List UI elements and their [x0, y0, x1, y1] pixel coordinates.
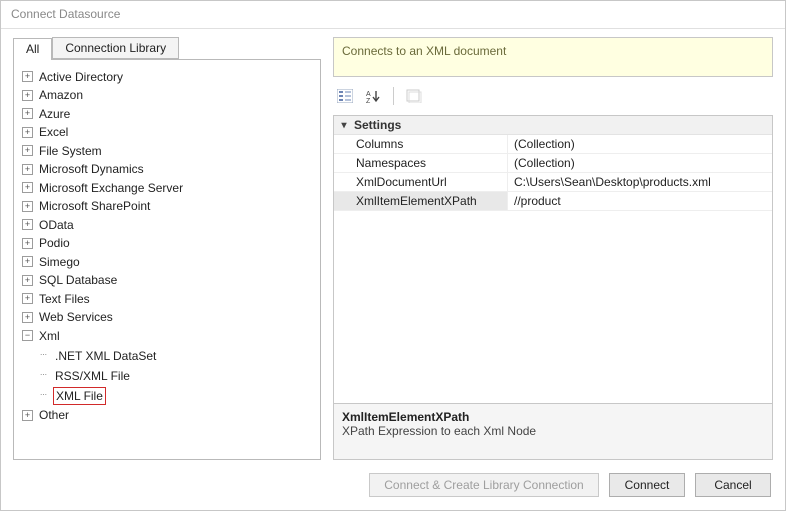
leaf-icon: ⋯	[38, 350, 49, 361]
chevron-down-icon[interactable]: ▾	[338, 120, 350, 131]
tree-item-amazon[interactable]: +Amazon	[22, 87, 85, 103]
svg-text:Z: Z	[366, 98, 371, 103]
leaf-icon: ⋯	[38, 390, 49, 401]
tree-item-azure[interactable]: +Azure	[22, 106, 72, 122]
tab-all[interactable]: All	[13, 38, 52, 60]
expand-icon[interactable]: +	[22, 201, 33, 212]
property-value[interactable]: C:\Users\Sean\Desktop\products.xml	[508, 173, 772, 191]
expand-icon[interactable]: +	[22, 256, 33, 267]
propertygrid-toolbar: AZ	[333, 83, 773, 109]
right-panel: Connects to an XML document AZ ▾ Setti	[333, 37, 773, 460]
tree-item-excel[interactable]: +Excel	[22, 124, 70, 140]
tree-panel[interactable]: +Active Directory +Amazon +Azure +Excel …	[13, 59, 321, 460]
expand-icon[interactable]: +	[22, 410, 33, 421]
property-name: Columns	[334, 135, 508, 153]
tree-item-sql-database[interactable]: +SQL Database	[22, 272, 119, 288]
property-description-text: XPath Expression to each Xml Node	[342, 424, 764, 438]
property-value[interactable]: (Collection)	[508, 154, 772, 172]
tree-item-odata[interactable]: +OData	[22, 217, 76, 233]
svg-text:A: A	[366, 91, 371, 98]
tree-xml-children: ⋯.NET XML DataSet ⋯RSS/XML File ⋯XML Fil…	[22, 345, 316, 405]
tree-root: +Active Directory +Amazon +Azure +Excel …	[18, 67, 316, 423]
expand-icon[interactable]: +	[22, 275, 33, 286]
expand-icon[interactable]: +	[22, 293, 33, 304]
expand-icon[interactable]: +	[22, 182, 33, 193]
cancel-button[interactable]: Cancel	[695, 473, 771, 497]
property-name: Namespaces	[334, 154, 508, 172]
property-name: XmlItemElementXPath	[334, 192, 508, 210]
expand-icon[interactable]: +	[22, 90, 33, 101]
property-value[interactable]: (Collection)	[508, 135, 772, 153]
leaf-icon: ⋯	[38, 370, 49, 381]
toolbar-separator	[393, 87, 394, 105]
tree-item-xml[interactable]: −Xml	[22, 328, 62, 344]
collapse-icon[interactable]: −	[22, 330, 33, 341]
dialog-content: All Connection Library +Active Directory…	[1, 29, 785, 460]
tree-item-active-directory[interactable]: +Active Directory	[22, 69, 125, 85]
property-pages-icon[interactable]	[402, 85, 426, 107]
property-description-pane: XmlItemElementXPath XPath Expression to …	[334, 403, 772, 459]
property-row-columns[interactable]: Columns (Collection)	[334, 135, 772, 154]
tree-item-other[interactable]: +Other	[22, 407, 71, 423]
tree-item-web-services[interactable]: +Web Services	[22, 309, 115, 325]
tree-item-ms-dynamics[interactable]: +Microsoft Dynamics	[22, 161, 146, 177]
expand-icon[interactable]: +	[22, 127, 33, 138]
property-category-settings[interactable]: ▾ Settings	[334, 116, 772, 135]
tree-item-simego[interactable]: +Simego	[22, 254, 82, 270]
property-grid-body[interactable]: ▾ Settings Columns (Collection) Namespac…	[334, 116, 772, 403]
expand-icon[interactable]: +	[22, 71, 33, 82]
expand-icon[interactable]: +	[22, 164, 33, 175]
tab-connection-library[interactable]: Connection Library	[52, 37, 179, 59]
expand-icon[interactable]: +	[22, 219, 33, 230]
window-title: Connect Datasource	[1, 1, 785, 29]
tree-item-text-files[interactable]: +Text Files	[22, 291, 92, 307]
category-label: Settings	[354, 118, 401, 132]
categorized-view-icon[interactable]	[333, 85, 357, 107]
left-panel: All Connection Library +Active Directory…	[13, 37, 321, 460]
tree-item-xml-file[interactable]: ⋯XML File	[38, 387, 106, 405]
tree-item-ms-exchange[interactable]: +Microsoft Exchange Server	[22, 180, 185, 196]
connect-button[interactable]: Connect	[609, 473, 685, 497]
expand-icon[interactable]: +	[22, 145, 33, 156]
property-row-namespaces[interactable]: Namespaces (Collection)	[334, 154, 772, 173]
property-value[interactable]: //product	[508, 192, 772, 210]
tabstrip: All Connection Library	[13, 37, 321, 59]
tree-item-ms-sharepoint[interactable]: +Microsoft SharePoint	[22, 198, 152, 214]
tree-item-rss-xml-file[interactable]: ⋯RSS/XML File	[38, 368, 132, 384]
connect-create-library-button[interactable]: Connect & Create Library Connection	[369, 473, 599, 497]
property-grid: ▾ Settings Columns (Collection) Namespac…	[333, 115, 773, 460]
tree-item-podio[interactable]: +Podio	[22, 235, 72, 251]
dialog-footer: Connect & Create Library Connection Conn…	[1, 460, 785, 510]
connect-datasource-dialog: Connect Datasource All Connection Librar…	[0, 0, 786, 511]
property-row-xmlitemelementxpath[interactable]: XmlItemElementXPath //product	[334, 192, 772, 211]
connector-description: Connects to an XML document	[333, 37, 773, 77]
property-row-xmldocumenturl[interactable]: XmlDocumentUrl C:\Users\Sean\Desktop\pro…	[334, 173, 772, 192]
tree-item-file-system[interactable]: +File System	[22, 143, 104, 159]
expand-icon[interactable]: +	[22, 108, 33, 119]
tree-item-net-xml-dataset[interactable]: ⋯.NET XML DataSet	[38, 348, 158, 364]
property-name: XmlDocumentUrl	[334, 173, 508, 191]
expand-icon[interactable]: +	[22, 312, 33, 323]
expand-icon[interactable]: +	[22, 238, 33, 249]
alphabetical-view-icon[interactable]: AZ	[361, 85, 385, 107]
property-description-title: XmlItemElementXPath	[342, 410, 764, 424]
